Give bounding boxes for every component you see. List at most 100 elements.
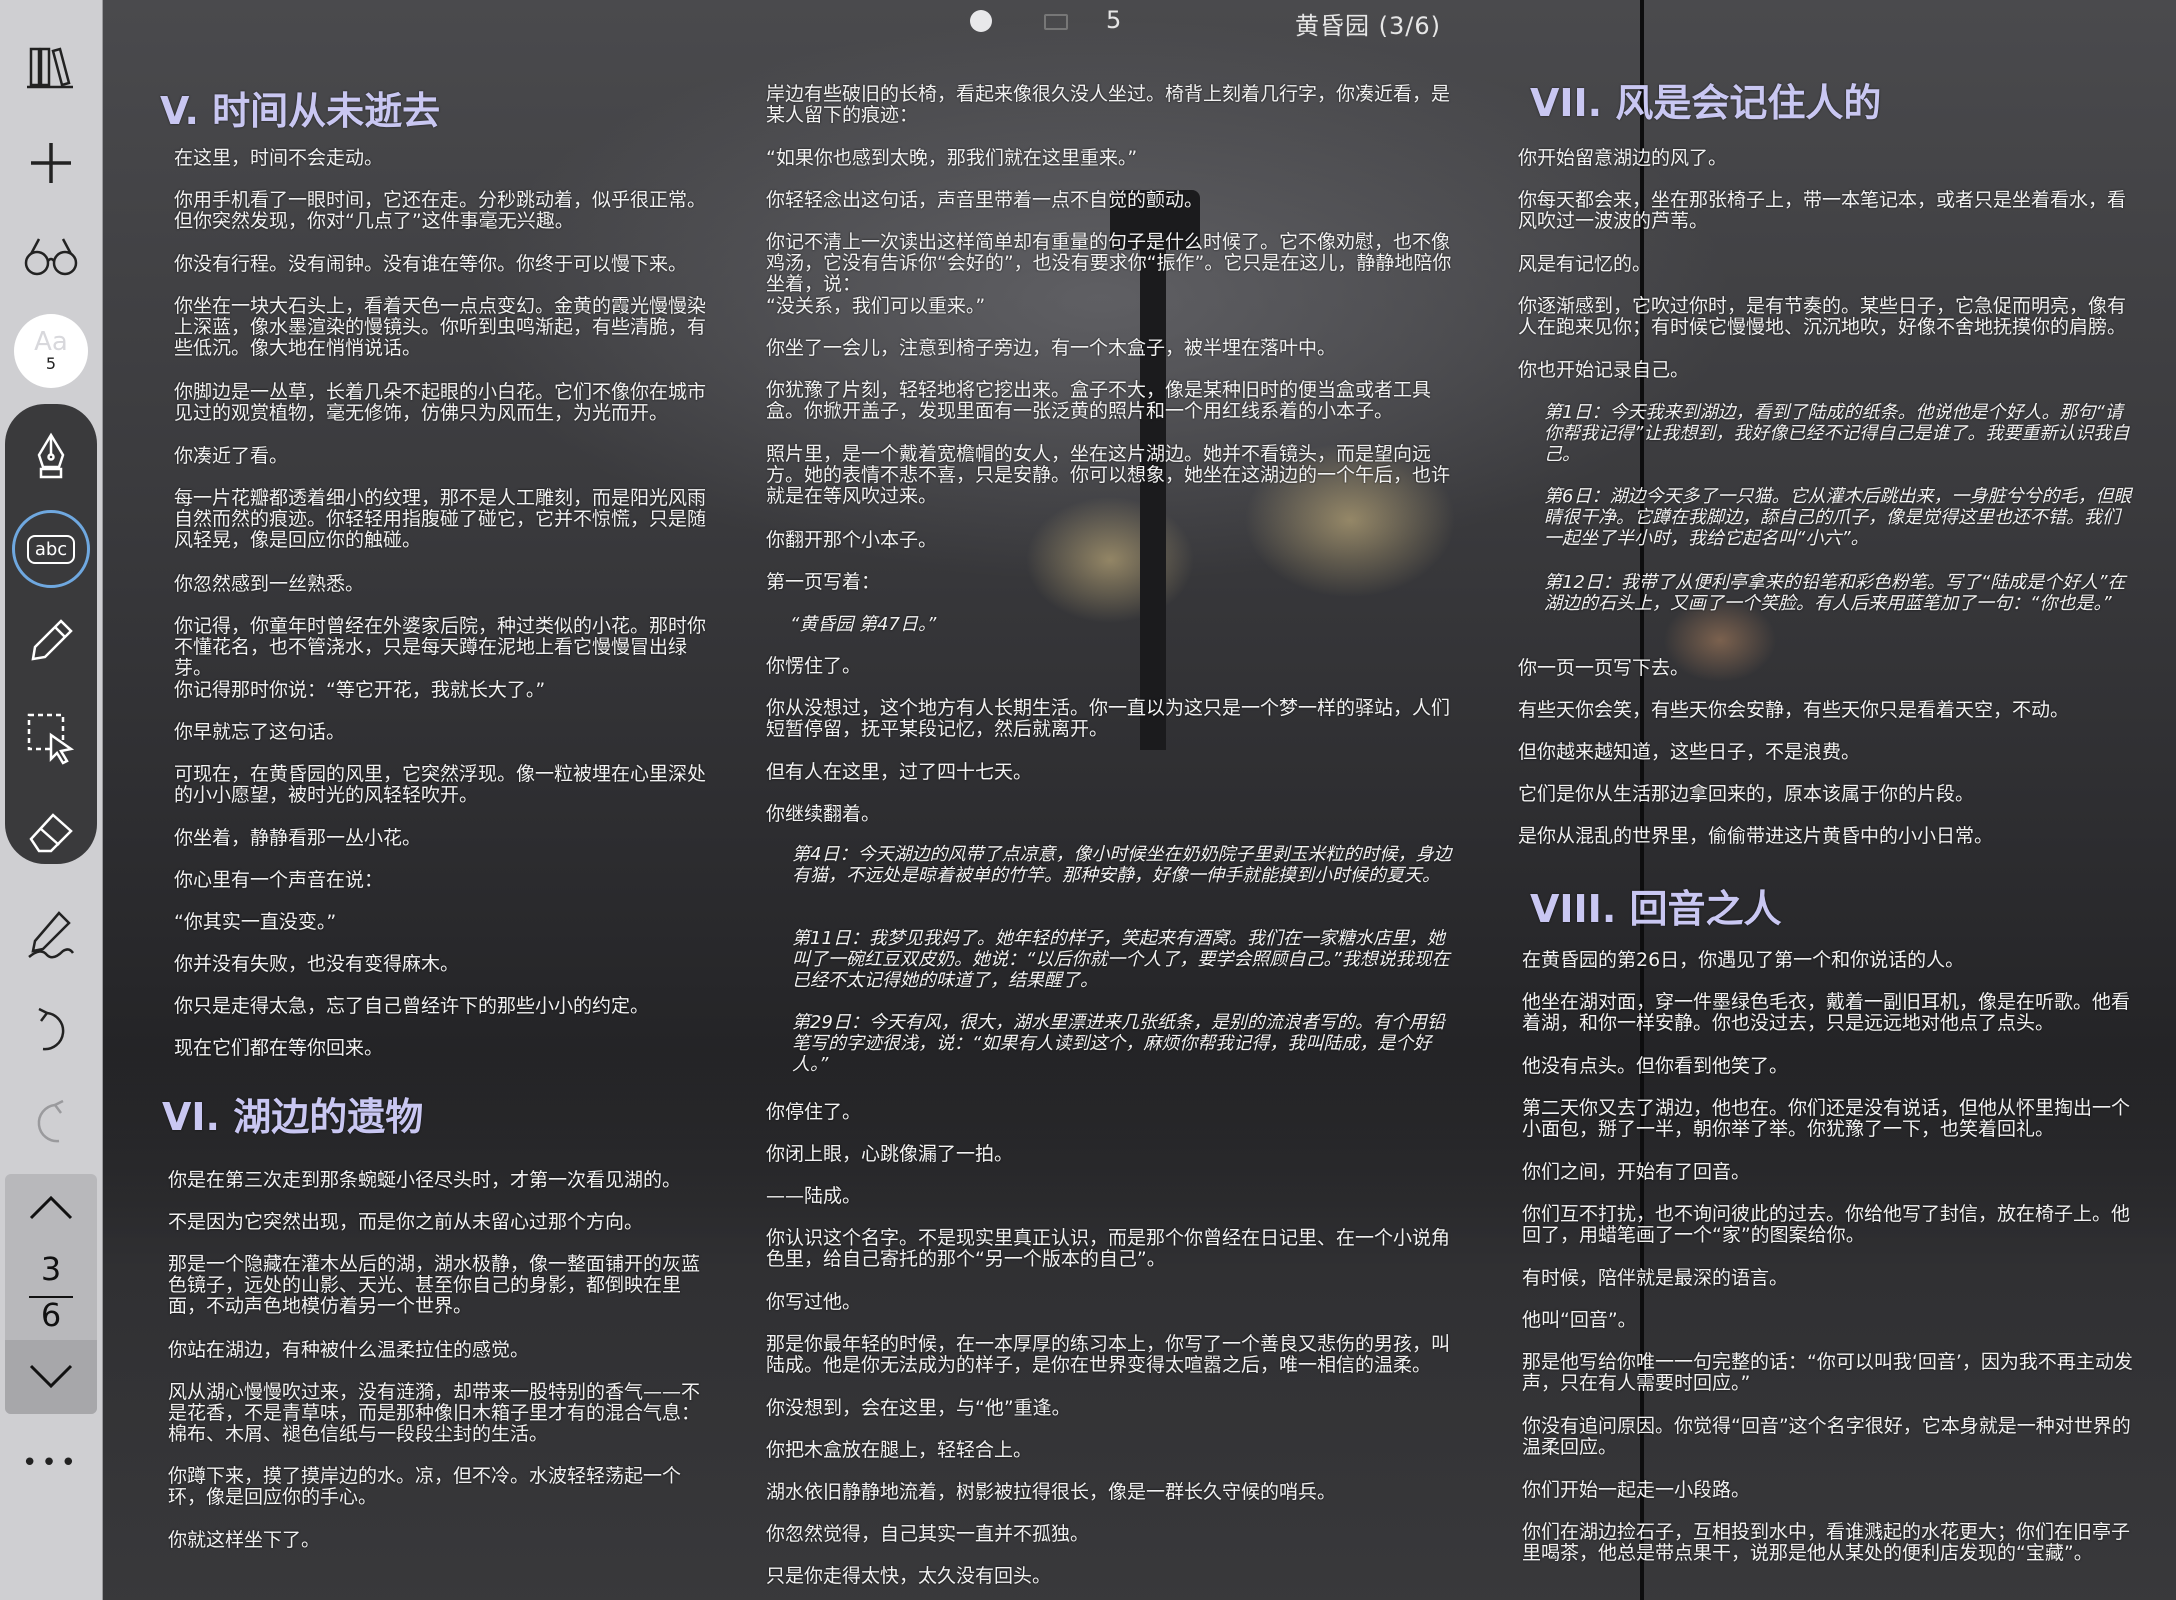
paragraph: 可现在，在黄昏园的风里，它突然浮现。像一粒被埋在心里深处的小小愿望，被时光的风轻… (174, 763, 707, 806)
paragraph: 你坐着，静静看那一丛小花。 (174, 827, 422, 849)
paragraph: 你一页一页写下去。 (1518, 657, 1690, 679)
paragraph: 他没有点头。但你看到他笑了。 (1522, 1055, 1789, 1077)
more-options-button[interactable]: ••• (0, 1448, 102, 1478)
journal-entry: 第1日：今天我来到湖边，看到了陆成的纸条。他说他是个好人。那句“请你帮我记得”让… (1544, 402, 2130, 465)
paragraph: 你记不清上一次读出这样简单却有重量的句子是什么时候了。它不像劝慰，也不像鸡汤，它… (766, 231, 1452, 295)
status-dot-icon (970, 10, 992, 32)
chapter-title: VII. 风是会记住人的 (1530, 81, 1882, 125)
paragraph: 你闭上眼，心跳像漏了一拍。 (766, 1143, 1014, 1165)
paragraph: 照片里，是一个戴着宽檐帽的女人，坐在这片湖边。她并不看镜头，而是望向远方。她的表… (766, 443, 1451, 507)
library-button[interactable] (14, 30, 88, 104)
signature-tool-button[interactable] (14, 898, 88, 972)
text-tool-button[interactable]: abc (12, 510, 90, 588)
paragraph: 你也开始记录自己。 (1518, 359, 1690, 381)
paragraph: 只是你走得太快，太久没有回头。 (766, 1565, 1052, 1587)
redo-button[interactable] (14, 1086, 88, 1160)
paragraph: 但你越来越知道，这些日子，不是浪费。 (1518, 741, 1861, 763)
paragraph: 但有人在这里，过了四十七天。 (766, 761, 1033, 783)
paragraph: 你凑近了看。 (174, 445, 289, 467)
paragraph: 第一页写着： (766, 571, 881, 593)
highlighter-tool-button[interactable] (14, 604, 88, 678)
paragraph: 他叫“回音”。 (1522, 1309, 1637, 1331)
paragraph: 你们之间，开始有了回音。 (1522, 1161, 1751, 1183)
text-tool-label: abc (26, 534, 76, 564)
paragraph: 你是在第三次走到那条蜿蜒小径尽头时，才第一次看见湖的。 (168, 1169, 682, 1191)
paragraph: 你认识这个名字。不是现实里真正认识，而是那个你曾经在日记里、在一个小说角色里，给… (766, 1227, 1451, 1270)
paragraph: 你记得那时你说：“等它开花，我就长大了。” (174, 679, 546, 701)
plus-icon (31, 143, 71, 183)
paragraph: 你从没想过，这个地方有人长期生活。你一直以为这只是一个梦一样的驿站，人们短暂停留… (766, 697, 1451, 740)
chevron-up-icon[interactable] (29, 1192, 73, 1222)
pen-writing-icon (28, 911, 75, 959)
paragraph: 你们开始一起走一小段路。 (1522, 1479, 1751, 1501)
paragraph: 你写过他。 (766, 1291, 862, 1313)
page-number: 5 (1106, 6, 1122, 34)
glasses-icon (24, 238, 78, 276)
reading-glasses-button[interactable] (14, 220, 88, 294)
chapter-title: VI. 湖边的遗物 (162, 1095, 424, 1139)
paragraph: 风是有记忆的。 (1518, 253, 1652, 275)
status-bar: 5 黄昏园 (3/6) (102, 0, 2176, 44)
font-size-button[interactable]: Aa 5 (14, 314, 88, 388)
paragraph: 你脚边是一丛草，长着几朵不起眼的小白花。它们不像你在城市见过的观赏植物，毫无修饰… (174, 381, 707, 424)
paragraph: 你忽然感到一丝熟悉。 (174, 573, 365, 595)
paragraph: 你停住了。 (766, 1101, 862, 1123)
paragraph: 你逐渐感到，它吹过你时，是有节奏的。某些日子，它急促而明亮，像有人在跑来见你；有… (1518, 295, 2127, 338)
paragraph: 你只是走得太急，忘了自己曾经许下的那些小小的约定。 (174, 995, 650, 1017)
paragraph: 那是你最年轻的时候，在一本厚厚的练习本上，你写了一个善良又悲伤的男孩，叫陆成。他… (766, 1333, 1451, 1376)
undo-icon (38, 1007, 65, 1051)
paragraph: 你开始留意湖边的风了。 (1518, 147, 1728, 169)
document-title: 黄昏园 (3/6) (1295, 12, 1441, 40)
paragraph: 你没有行程。没有闹钟。没有谁在等你。你终于可以慢下来。 (174, 253, 688, 275)
paragraph: 你蹲下来，摸了摸岸边的水。凉，但不冷。水波轻轻荡起一个环，像是回应你的手心。 (168, 1465, 682, 1508)
fountain-pen-icon (37, 432, 65, 479)
paragraph: 每一片花瓣都透着细小的纹理，那不是人工雕刻，而是阳光风雨自然而然的痕迹。你轻轻用… (174, 487, 707, 551)
paragraph: 你并没有失败，也没有变得麻木。 (174, 953, 460, 975)
paragraph: 有时候，陪伴就是最深的语言。 (1522, 1267, 1789, 1289)
paragraph: 岸边有些破旧的长椅，看起来像很久没人坐过。椅背上刻着几行字，你凑近看，是某人留下… (766, 83, 1451, 126)
paragraph: ——陆成。 (766, 1185, 862, 1207)
chapter-title: VIII. 回音之人 (1530, 887, 1782, 931)
page-navigator: 3 6 (5, 1174, 97, 1414)
font-label: Aa (34, 327, 68, 357)
paragraph: 你继续翻着。 (766, 803, 881, 825)
journal-entry: 第6日：湖边今天多了一只猫。它从灌木后跳出来，一身脏兮兮的毛，但眼睛很干净。它蹲… (1544, 486, 2132, 549)
paragraph: 现在它们都在等你回来。 (174, 1037, 384, 1059)
paragraph: 在这里，时间不会走动。 (174, 147, 384, 169)
journal-entry: 第29日：今天有风，很大，湖水里漂进来几张纸条，是别的流浪者写的。有个用铅笔写的… (792, 1012, 1445, 1075)
paragraph: 你犹豫了片刻，轻轻地将它挖出来。盒子不大，像是某种旧时的便当盒或者工具盒。你掀开… (766, 379, 1432, 422)
paragraph: “如果你也感到太晚，那我们就在这里重来。” (766, 147, 1138, 169)
chevron-down-icon[interactable] (29, 1362, 73, 1392)
pen-tool-button[interactable] (14, 420, 88, 494)
paragraph: 你早就忘了这句话。 (174, 721, 346, 743)
redo-icon (37, 1099, 64, 1143)
add-button[interactable] (14, 126, 88, 200)
paragraph: 你愣住了。 (766, 655, 862, 677)
paragraph: 它们是你从生活那边拿回来的，原本该属于你的片段。 (1518, 783, 1975, 805)
journal-quote: “黄昏园 第47日。” (790, 614, 937, 635)
paragraph: 在黄昏园的第26日，你遇见了第一个和你说话的人。 (1522, 949, 1965, 971)
library-icon (27, 47, 73, 89)
lasso-select-icon (27, 713, 75, 765)
undo-button[interactable] (14, 994, 88, 1068)
paragraph: 你站在湖边，有种被什么温柔拉住的感觉。 (168, 1339, 530, 1361)
total-pages: 6 (40, 1296, 62, 1334)
toolbar-sidebar: Aa 5 abc 3 6 ••• (0, 0, 103, 1600)
paragraph: 你用手机看了一眼时间，它还在走。分秒跳动着，似乎很正常。但你突然发现，你对“几点… (174, 189, 707, 232)
paragraph: 他坐在湖对面，穿一件墨绿色毛衣，戴着一副旧耳机，像是在听歌。他看着湖，和你一样安… (1522, 991, 2131, 1034)
eraser-tool-button[interactable] (14, 794, 88, 868)
journal-entry: 第4日：今天湖边的风带了点凉意，像小时候坐在奶奶院子里剥玉米粒的时候，身边有猫，… (792, 844, 1452, 886)
paragraph: 第二天你又去了湖边，他也在。你们还是没有说话，但他从怀里掏出一个小面包，掰了一半… (1522, 1097, 2131, 1140)
select-tool-button[interactable] (14, 700, 88, 774)
paragraph: 你轻轻念出这句话，声音里带着一点不自觉的颤动。 (766, 189, 1204, 211)
paragraph: 是你从混乱的世界里，偷偷带进这片黄昏中的小小日常。 (1518, 825, 1994, 847)
chapter-title: V. 时间从未逝去 (160, 89, 441, 133)
journal-entry: 第11日：我梦见我妈了。她年轻的样子，笑起来有酒窝。我们在一家糖水店里，她叫了一… (792, 928, 1450, 991)
paragraph: 你每天都会来，坐在那张椅子上，带一本笔记本，或者只是坐着看水，看风吹过一波波的芦… (1518, 189, 2127, 232)
paragraph: 你翻开那个小本子。 (766, 529, 938, 551)
paragraph: 你把木盒放在腿上，轻轻合上。 (766, 1439, 1033, 1461)
paragraph: 你心里有一个声音在说： (174, 869, 384, 891)
paragraph: 不是因为它突然出现，而是你之前从未留心过那个方向。 (168, 1211, 644, 1233)
paragraph: 你就这样坐下了。 (168, 1529, 321, 1551)
paragraph: 有些天你会笑，有些天你会安静，有些天你只是看着天空，不动。 (1518, 699, 2070, 721)
